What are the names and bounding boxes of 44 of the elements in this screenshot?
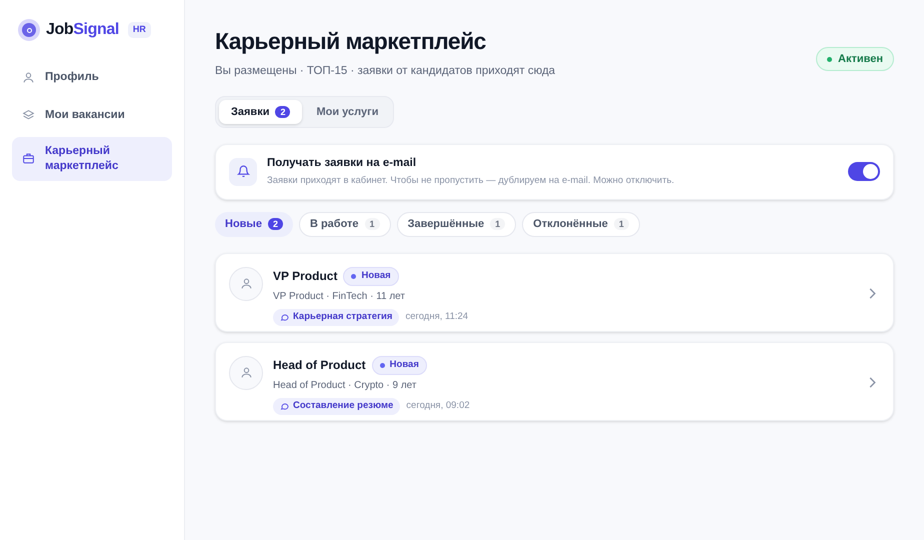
bell-icon xyxy=(229,158,257,186)
service-tag: Карьерная стратегия xyxy=(273,308,400,326)
toggle-switch[interactable] xyxy=(848,162,880,182)
plan-badge: HR xyxy=(128,22,151,38)
candidate-details: VP Product · FinTech · 11 лет xyxy=(273,290,406,304)
chat-bubble-icon xyxy=(280,402,289,411)
page-subtitle: Вы размещены · ТОП-15 · заявки от кандидатов приходят сюда xyxy=(215,64,556,78)
setting-description: Заявки приходят в кабинет. Чтобы не пропустить — дублируем на e-mail. Можно отключить. xyxy=(267,174,676,188)
status-badge: Новая xyxy=(372,356,427,375)
timestamp: сегодня, 09:02 xyxy=(406,399,470,414)
count-badge: 2 xyxy=(275,106,290,118)
status-badge: Новая xyxy=(343,266,399,286)
filter-chip[interactable]: Отклонённые 1 xyxy=(522,212,640,237)
page-title: Карьерный маркетплейс xyxy=(215,27,487,56)
chevron-right-icon xyxy=(868,376,876,388)
request-card[interactable]: VP Product Новая VP Product · FinTech · 11 лет Карьерная стратегия сегодня, 11:24 xyxy=(215,252,894,332)
chevron-right-icon xyxy=(868,288,876,299)
setting-title: Получать заявки на e-mail xyxy=(267,156,418,171)
briefcase-icon xyxy=(22,152,35,165)
sidebar-item[interactable]: Мои вакансии xyxy=(12,98,172,134)
sidebar-item[interactable]: Карьерный маркетплейс xyxy=(12,136,172,180)
count-badge: 1 xyxy=(364,218,380,230)
request-card[interactable]: Head of Product Новая Head of Product · Crypto · 9 лет Составление резюме сегодня, 09:02 xyxy=(215,342,894,421)
count-badge: 2 xyxy=(268,218,283,230)
tab[interactable]: Заявки 2 xyxy=(219,100,302,124)
status-badge: Активен xyxy=(816,47,894,71)
logo-icon xyxy=(18,19,40,41)
avatar-icon xyxy=(229,266,263,301)
candidate-name: VP Product xyxy=(273,268,338,286)
timestamp: сегодня, 11:24 xyxy=(405,310,468,324)
filter-chip[interactable]: В работе 1 xyxy=(298,212,391,237)
avatar-icon xyxy=(229,356,263,390)
service-tag: Составление резюме xyxy=(273,398,400,415)
logo-text: JobSignal xyxy=(46,20,119,40)
candidate-details: Head of Product · Crypto · 9 лет xyxy=(273,378,418,393)
user-icon xyxy=(22,71,35,84)
filter-chip[interactable]: Завершённые 1 xyxy=(396,212,516,237)
filter-chip[interactable]: Новые 2 xyxy=(215,212,293,237)
tab[interactable]: Мои услуги xyxy=(304,100,390,124)
sidebar-item[interactable]: Профиль xyxy=(12,60,172,96)
count-badge: 1 xyxy=(490,218,506,230)
chat-bubble-icon xyxy=(280,312,289,322)
candidate-name: Head of Product xyxy=(273,357,366,374)
count-badge: 1 xyxy=(614,218,629,230)
